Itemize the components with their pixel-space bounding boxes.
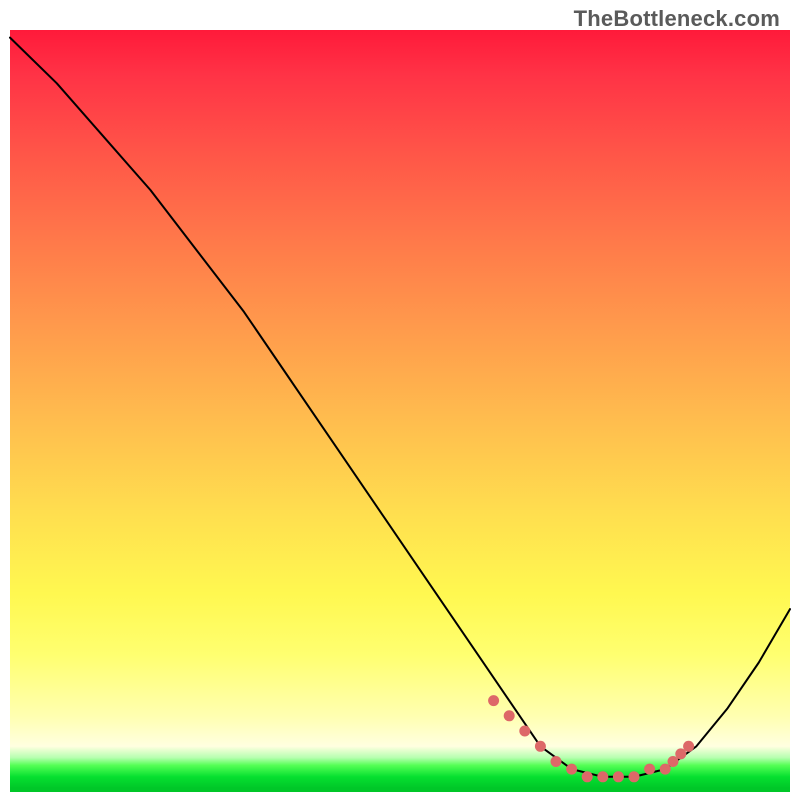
min-dot <box>504 710 515 721</box>
min-dot <box>551 756 562 767</box>
bottleneck-curve <box>10 38 790 777</box>
min-dot <box>535 741 546 752</box>
min-dot <box>488 695 499 706</box>
min-dot <box>629 771 640 782</box>
min-dot <box>597 771 608 782</box>
min-dot <box>519 726 530 737</box>
min-dot <box>644 764 655 775</box>
min-dot <box>613 771 624 782</box>
min-region-dots <box>488 695 694 782</box>
chart-overlay-svg <box>10 30 790 792</box>
min-dot <box>566 764 577 775</box>
min-dot <box>683 741 694 752</box>
min-dot <box>582 771 593 782</box>
watermark-label: TheBottleneck.com <box>574 6 780 32</box>
